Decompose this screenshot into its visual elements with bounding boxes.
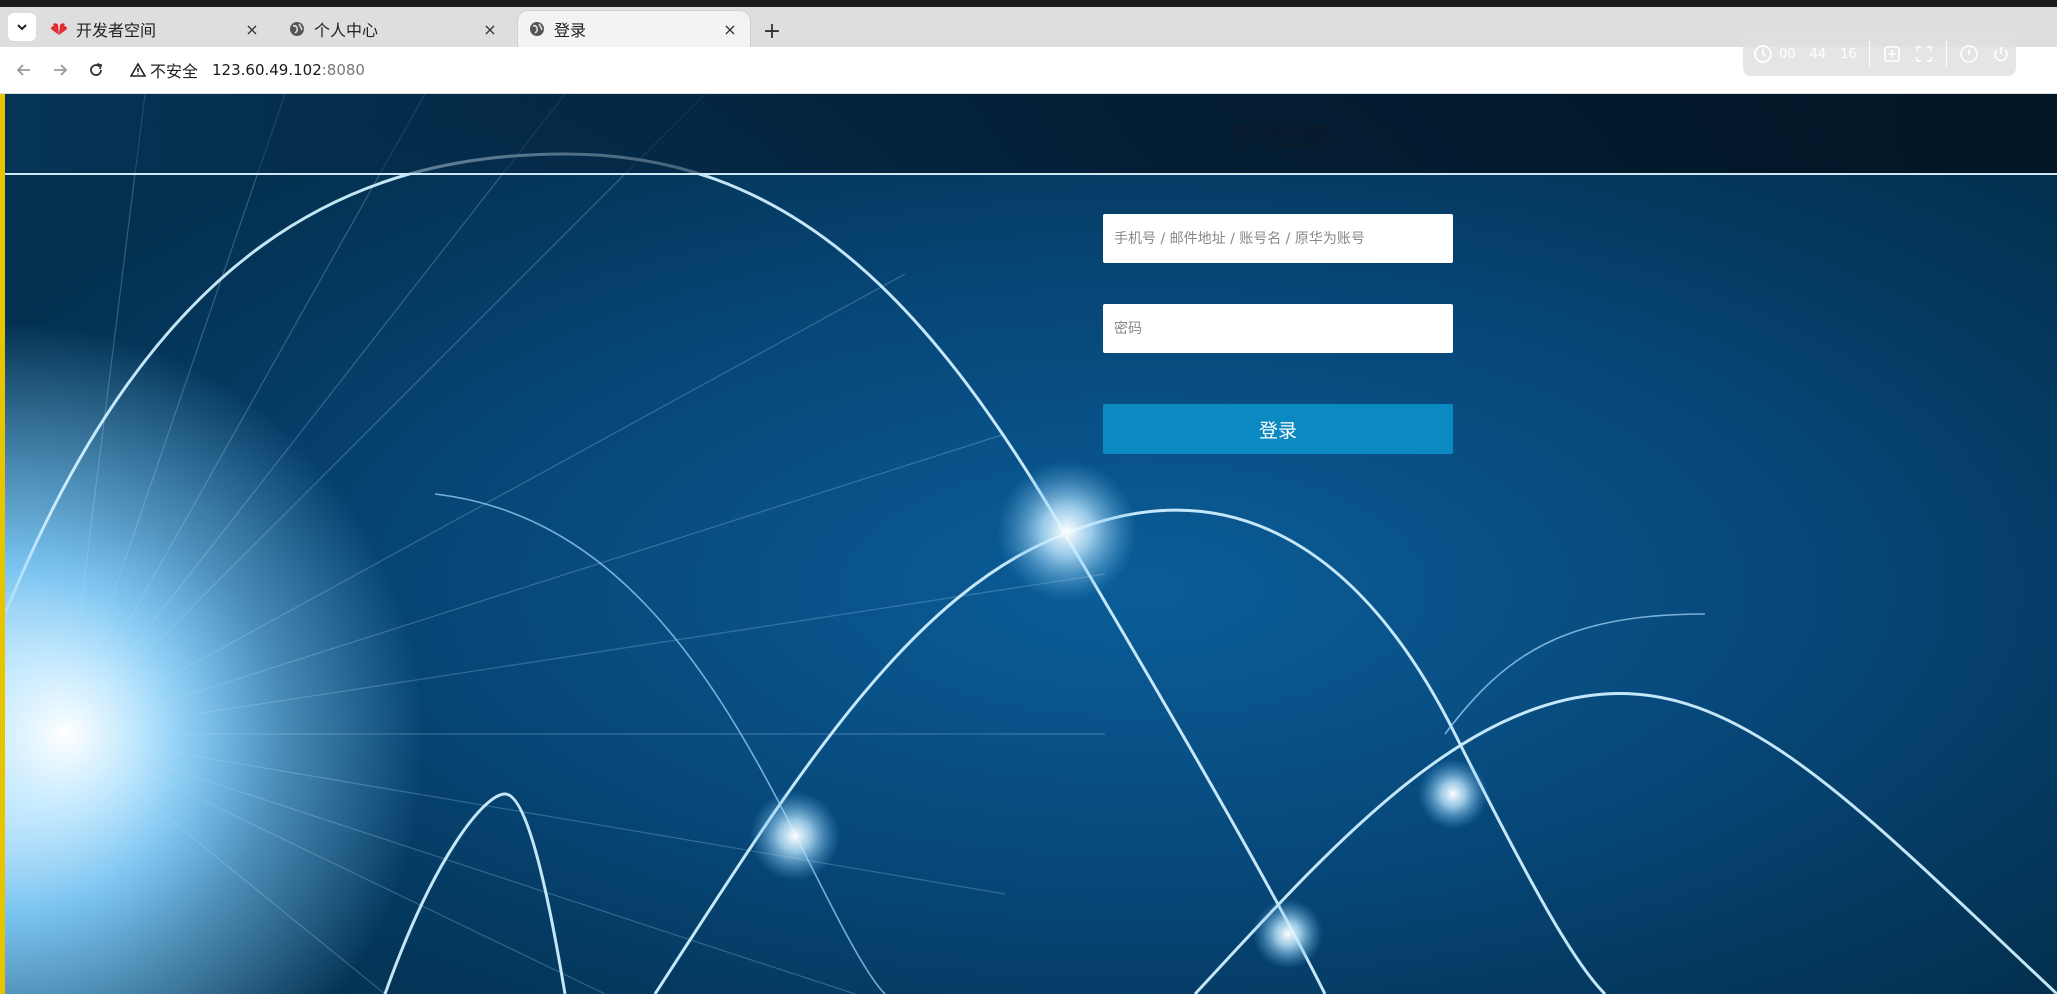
- pause-icon[interactable]: [1959, 44, 1979, 64]
- chevron-down-icon: [17, 24, 27, 31]
- login-page: 账号登陆 登录: [5, 94, 2057, 994]
- close-icon[interactable]: ×: [480, 19, 500, 39]
- reload-button[interactable]: [84, 58, 108, 82]
- arrow-left-icon: [16, 64, 30, 76]
- tab-title: 登录: [554, 21, 587, 40]
- fullscreen-icon[interactable]: [1914, 44, 1934, 64]
- warning-icon: [130, 62, 146, 77]
- password-input[interactable]: [1103, 304, 1453, 353]
- power-icon[interactable]: [1991, 44, 2011, 64]
- screen-recorder-toolbar: 00 44 16: [1743, 32, 2016, 76]
- url-host: 123.60.49.102: [212, 61, 322, 79]
- divider: [1868, 41, 1870, 67]
- close-icon[interactable]: ×: [242, 19, 262, 39]
- screenshot-icon[interactable]: [1882, 44, 1902, 64]
- os-top-strip: [0, 0, 2057, 7]
- security-indicator[interactable]: 不安全: [130, 59, 198, 81]
- globe-icon: [288, 20, 306, 38]
- url-field[interactable]: 123.60.49.102:8080: [212, 59, 365, 81]
- tab-login[interactable]: 登录 ×: [518, 11, 750, 47]
- header-divider: [5, 173, 2057, 175]
- tab-personal-center[interactable]: 个人中心 ×: [278, 11, 510, 47]
- arrow-right-icon: [54, 64, 68, 76]
- security-label: 不安全: [150, 62, 199, 81]
- light-waves-background: [5, 94, 2057, 994]
- tab-title: 开发者空间: [76, 21, 157, 40]
- tab-developer-space[interactable]: 开发者空间 ×: [40, 11, 272, 47]
- tab-search-button[interactable]: [8, 13, 36, 41]
- page-title: 账号登陆: [1231, 121, 1332, 150]
- page-header: [5, 94, 2057, 173]
- recording-timer: 00 44 16: [1753, 44, 1857, 64]
- reload-icon: [90, 63, 103, 76]
- huawei-icon: [50, 20, 68, 38]
- timer-hours: 00: [1779, 46, 1796, 62]
- back-button[interactable]: [12, 58, 36, 82]
- new-tab-button[interactable]: +: [760, 19, 784, 44]
- close-icon[interactable]: ×: [720, 19, 740, 39]
- tab-title: 个人中心: [314, 21, 379, 40]
- account-input[interactable]: [1103, 214, 1453, 263]
- screen: 开发者空间 × 个人中心 × 登录 × + 不安全 123.60.49.102 …: [0, 0, 2057, 994]
- clock-icon: [1754, 45, 1772, 63]
- timer-seconds: 16: [1840, 46, 1857, 62]
- url-port: :8080: [321, 61, 365, 79]
- divider: [1945, 41, 1947, 67]
- forward-button[interactable]: [48, 58, 72, 82]
- timer-minutes: 44: [1809, 46, 1827, 62]
- globe-icon: [528, 20, 546, 38]
- login-button[interactable]: 登录: [1103, 404, 1453, 454]
